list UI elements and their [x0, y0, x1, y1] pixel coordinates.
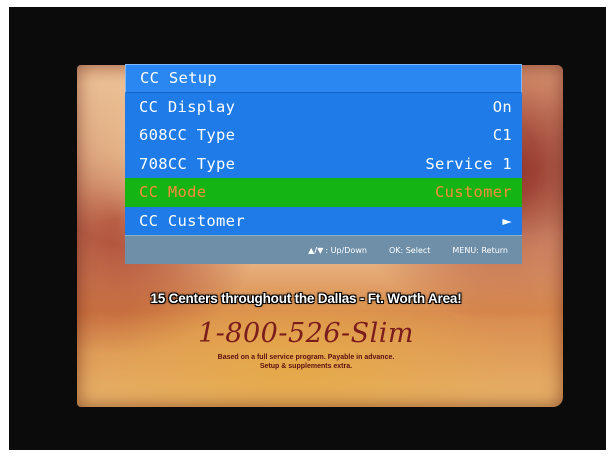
menu-item-708cc-type[interactable]: 708CC Type Service 1: [125, 149, 522, 178]
hint-select: OK: Select: [388, 245, 431, 255]
menu-item-value: Service 1: [425, 154, 512, 173]
ad-fine-print-line-2: Setup & supplements extra.: [259, 363, 353, 370]
ad-fine-print: Based on a full service program. Payable…: [0, 353, 612, 371]
hint-updown-text: : Up/Down: [325, 245, 367, 255]
hint-updown: ▲/▼: Up/Down: [308, 246, 367, 255]
ad-phone-number: 1-800-526-Slim: [198, 318, 414, 349]
menu-item-value: C1: [492, 126, 512, 145]
menu-item-value: On: [492, 97, 512, 116]
submenu-arrow-icon: ►: [502, 211, 512, 230]
menu-title: CC Setup: [140, 69, 218, 88]
hint-return: MENU: Return: [452, 245, 508, 255]
ad-tagline: 15 Centers throughout the Dallas - Ft. W…: [150, 291, 462, 306]
menu-item-label: CC Display: [139, 97, 236, 116]
menu-item-label: 608CC Type: [139, 126, 236, 145]
ad-fine-print-line-1: Based on a full service program. Payable…: [217, 354, 395, 361]
menu-title-bar: CC Setup: [125, 64, 522, 93]
menu-item-cc-customer[interactable]: CC Customer ►: [125, 206, 522, 235]
menu-hint-bar: ▲/▼: Up/Down OK: Select MENU: Return: [125, 235, 522, 264]
menu-item-cc-mode[interactable]: CC Mode Customer: [125, 178, 522, 207]
up-down-arrows-icon: ▲/▼: [308, 245, 324, 255]
cc-setup-menu: CC Setup CC Display On 608CC Type C1 708…: [125, 64, 522, 264]
menu-item-label: 708CC Type: [139, 154, 236, 173]
menu-item-value: Customer: [434, 183, 512, 202]
menu-item-cc-display[interactable]: CC Display On: [125, 92, 522, 121]
menu-item-label: CC Mode: [139, 183, 207, 202]
menu-item-608cc-type[interactable]: 608CC Type C1: [125, 121, 522, 150]
menu-item-label: CC Customer: [139, 211, 245, 230]
